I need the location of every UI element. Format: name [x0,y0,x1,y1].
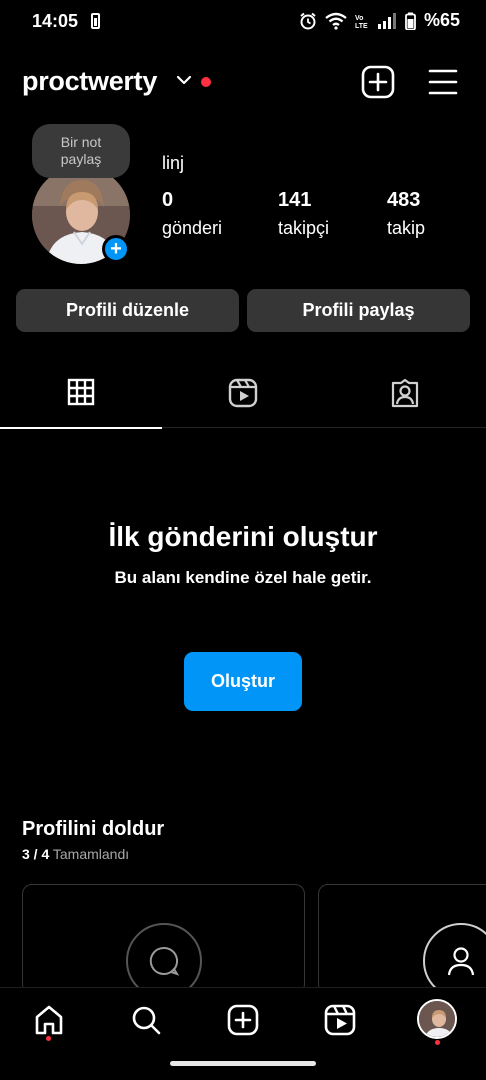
wifi-icon [325,12,347,30]
add-story-button[interactable]: + [102,235,130,263]
nav-avatar-photo [419,1001,455,1037]
signal-icon [377,12,396,29]
empty-state-subtitle: Bu alanı kendine özel hale getir. [114,568,372,587]
volte-icon: Vo LTE [355,15,368,30]
menu-icon[interactable] [428,68,458,96]
home-icon [35,1005,63,1035]
search-icon [132,1006,161,1035]
status-time: 14:05 [32,11,79,31]
complete-profile-card[interactable] [318,884,486,999]
tagged-icon [391,378,419,408]
speech-bubble-icon [149,946,180,976]
nav-search[interactable] [128,1002,164,1038]
nav-profile-avatar[interactable] [417,999,457,1039]
reels-icon [228,378,258,408]
battery-percent: %65 [423,10,460,30]
create-plus-icon[interactable] [361,65,395,99]
following-label: takip [387,218,426,238]
status-bar: 14:05 Vo LTE %65 [0,0,486,44]
note-line-2: paylaş [60,151,102,167]
tab-reels[interactable] [162,372,324,428]
followers-count: 141 [278,189,312,211]
create-icon [227,1004,259,1036]
edit-profile-button[interactable]: Profili düzenle [16,289,239,332]
bottom-navigation [0,987,486,1080]
progress-label: Tamamlandı [52,846,130,862]
grid-icon [67,378,95,406]
profile-tabs [0,372,486,429]
profile-name: linj [162,153,185,173]
tab-grid[interactable] [0,372,162,429]
share-note-bubble[interactable]: Bir not paylaş [32,124,130,178]
status-icons: Vo LTE %65 [299,10,460,31]
notification-dot [201,77,211,87]
reels-nav-icon [324,1004,356,1036]
empty-state-title: İlk gönderini oluştur [108,521,378,552]
profile-avatar-container[interactable]: + [32,166,130,264]
home-indicator[interactable] [170,1061,316,1066]
posts-label: gönderi [162,218,223,238]
posts-stat: 0 gönderi [162,189,222,239]
battery-icon [405,12,416,30]
svg-text:Vo: Vo [355,15,363,22]
complete-profile-title: Profilini doldur [22,818,165,840]
share-profile-button[interactable]: Profili paylaş [247,289,470,332]
home-notification-dot [46,1036,51,1041]
profile-notification-dot [435,1040,440,1045]
person-icon [447,947,475,976]
battery-small-icon [91,13,100,29]
posts-count: 0 [162,189,174,211]
following-count: 483 [387,189,421,211]
chevron-down-icon[interactable] [176,74,192,86]
nav-create[interactable] [225,1002,261,1038]
following-stat[interactable]: 483 takip [387,189,425,239]
note-line-1: Bir not [60,134,102,150]
svg-text:LTE: LTE [355,23,368,30]
alarm-icon [300,12,316,29]
nav-home[interactable] [31,1002,67,1038]
profile-header: proctwerty [0,60,486,104]
account-switcher[interactable]: proctwerty [22,66,157,97]
create-post-button[interactable]: Oluştur [184,652,302,711]
followers-stat[interactable]: 141 takipçi [278,189,329,239]
tab-tagged[interactable] [324,372,486,428]
nav-reels[interactable] [322,1002,358,1038]
followers-label: takipçi [278,218,330,238]
complete-profile-card[interactable] [22,884,305,999]
complete-profile-progress: 3 / 4 Tamamlandı [22,846,129,862]
progress-count: 3 / 4 [22,846,50,862]
